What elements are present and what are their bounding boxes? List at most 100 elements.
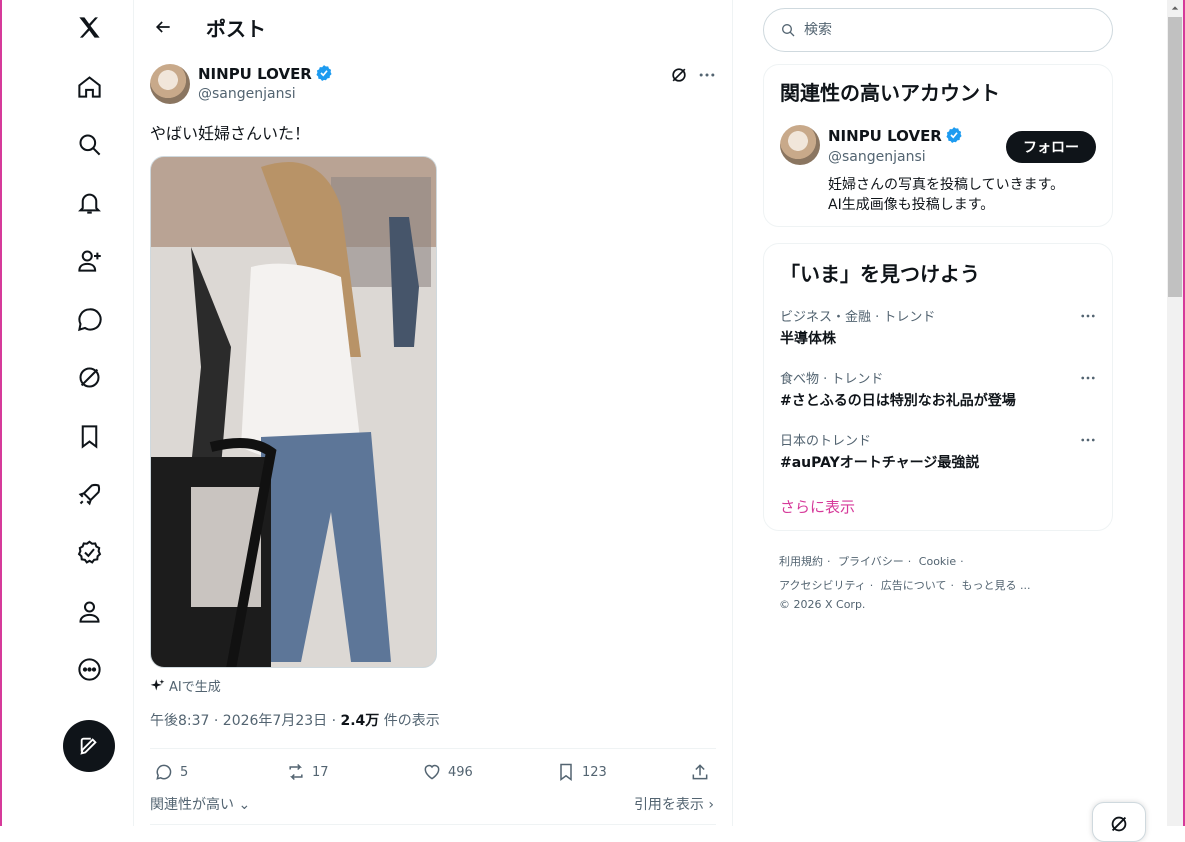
- rocket-icon[interactable]: [58, 469, 120, 519]
- footer-more-link[interactable]: もっと見る ...: [961, 579, 1030, 592]
- follow-button[interactable]: フォロー: [1006, 131, 1096, 163]
- grok-explain-button[interactable]: [668, 64, 690, 86]
- related-accounts-card: 関連性の高いアカウント NINPU LOVER @sangenjansi フォロ…: [763, 64, 1113, 227]
- verified-badge-icon[interactable]: [58, 527, 120, 577]
- trend-name: 半導体株: [780, 331, 836, 347]
- show-more-link[interactable]: さらに表示: [780, 496, 855, 517]
- author-name-text: NINPU LOVER: [198, 65, 312, 83]
- post-detail: ポスト NINPU LOVER @sangenjansi やばい妊婦さんいた！ …: [134, 0, 732, 826]
- back-button[interactable]: [148, 12, 178, 42]
- notifications-bell-icon[interactable]: [58, 177, 120, 227]
- related-name[interactable]: NINPU LOVER: [828, 126, 963, 145]
- share-button[interactable]: [690, 760, 710, 784]
- footer-terms-link[interactable]: 利用規約: [779, 555, 823, 568]
- divider: [732, 0, 733, 826]
- reply-sort-dropdown[interactable]: 関連性が高い ⌄: [150, 794, 250, 814]
- more-dots-icon[interactable]: [1076, 430, 1100, 450]
- ai-generated-label: AIで生成: [150, 676, 221, 695]
- trend-name: #auPAYオートチャージ最強説: [780, 455, 980, 471]
- compose-pencil-icon: [80, 737, 97, 755]
- chevron-right-icon: ›: [703, 797, 714, 813]
- grok-icon[interactable]: [58, 352, 120, 402]
- scrollbar[interactable]: [1167, 0, 1183, 826]
- post-photo[interactable]: [150, 156, 437, 668]
- trend-category: ビジネス・金融 · トレンド: [780, 310, 936, 325]
- post-meta: 午後8:37 · 2026年7月23日 · 2.4万 件の表示: [150, 710, 440, 730]
- scroll-thumb[interactable]: [1168, 17, 1182, 297]
- grok-icon: [672, 68, 686, 82]
- avatar[interactable]: [150, 64, 190, 104]
- more-dots-icon[interactable]: [1076, 368, 1100, 388]
- search-input[interactable]: [804, 22, 1084, 38]
- grok-icon: [1111, 816, 1127, 832]
- trends-title: 「いま」を見つけよう: [780, 262, 980, 286]
- page-title: ポスト: [206, 17, 266, 41]
- add-person-icon[interactable]: [58, 235, 120, 285]
- photo-illustration: [151, 157, 436, 667]
- verified-icon: [316, 65, 332, 82]
- post-text: やばい妊婦さんいた！: [150, 124, 311, 143]
- more-dots-icon[interactable]: [1076, 306, 1100, 326]
- heart-icon: [424, 764, 440, 780]
- footer-copyright: © 2026 X Corp.: [779, 598, 866, 611]
- grok-floating-button[interactable]: [1092, 802, 1146, 842]
- more-dots-icon: [699, 73, 715, 77]
- sparkle-icon: [150, 679, 165, 691]
- related-name-text: NINPU LOVER: [828, 127, 942, 145]
- like-count: 496: [448, 764, 473, 780]
- footer-separator: ·: [827, 555, 831, 568]
- ai-label-text: AIで生成: [169, 680, 221, 695]
- bookmark-icon: [560, 763, 572, 781]
- footer-links: 利用規約 · プライバシー · Cookie ·: [779, 553, 968, 569]
- related-bio: 妊婦さんの写真を投稿していきます。 AI生成画像も投稿します。: [828, 175, 1064, 215]
- more-circle-icon[interactable]: [58, 644, 120, 694]
- repost-count: 17: [312, 764, 329, 780]
- related-title: 関連性の高いアカウント: [780, 81, 1000, 105]
- chevron-down-icon: ⌄: [234, 797, 251, 813]
- repost-button[interactable]: 17: [286, 760, 329, 784]
- post-more-button[interactable]: [696, 64, 718, 86]
- bookmarks-icon[interactable]: [58, 411, 120, 461]
- quotes-label: 引用を表示: [633, 797, 704, 813]
- views-count: 2.4万: [340, 713, 380, 729]
- footer-ads-link[interactable]: 広告について: [881, 579, 947, 592]
- footer-separator: ·: [960, 555, 964, 568]
- verified-icon: [946, 127, 962, 144]
- bio-line: AI生成画像も投稿します。: [828, 197, 995, 213]
- messages-chat-icon[interactable]: [58, 294, 120, 344]
- author-name[interactable]: NINPU LOVER: [198, 64, 333, 83]
- avatar[interactable]: [780, 125, 820, 165]
- footer-links: アクセシビリティ · 広告について · もっと見る ...: [779, 577, 1034, 593]
- share-icon: [692, 764, 708, 780]
- related-handle[interactable]: @sangenjansi: [828, 149, 926, 165]
- profile-icon[interactable]: [58, 586, 120, 636]
- post-timestamp[interactable]: 午後8:37 · 2026年7月23日 ·: [150, 713, 341, 729]
- reply-button[interactable]: 5: [154, 760, 188, 784]
- post-header: ポスト: [134, 0, 732, 52]
- trend-item[interactable]: 日本のトレンド #auPAYオートチャージ最強説: [780, 430, 1100, 472]
- trend-item[interactable]: 食べ物 · トレンド #さとふるの日は特別なお礼品が登場: [780, 368, 1100, 410]
- footer-accessibility-link[interactable]: アクセシビリティ: [779, 579, 866, 592]
- compose-post-button[interactable]: [63, 720, 115, 772]
- search-icon[interactable]: [58, 119, 120, 169]
- bookmark-button[interactable]: 123: [556, 760, 607, 784]
- sort-label: 関連性が高い: [150, 797, 234, 813]
- x-logo-icon[interactable]: [58, 2, 120, 52]
- footer-separator: ·: [950, 579, 954, 592]
- bio-line: 妊婦さんの写真を投稿していきます。: [828, 177, 1065, 193]
- search-box[interactable]: [763, 8, 1113, 52]
- right-sidebar: 関連性の高いアカウント NINPU LOVER @sangenjansi フォロ…: [763, 0, 1113, 826]
- author-handle[interactable]: @sangenjansi: [198, 86, 296, 102]
- footer-separator: ·: [869, 579, 874, 592]
- scroll-up-arrow-icon[interactable]: [1167, 0, 1183, 16]
- home-icon[interactable]: [58, 61, 120, 111]
- like-button[interactable]: 496: [422, 760, 473, 784]
- reply-count: 5: [180, 764, 189, 780]
- trend-item[interactable]: ビジネス・金融 · トレンド 半導体株: [780, 306, 1100, 348]
- trend-category: 日本のトレンド: [780, 434, 872, 449]
- view-quotes-link[interactable]: 引用を表示 ›: [634, 794, 714, 814]
- footer-cookie-link[interactable]: Cookie: [919, 555, 956, 568]
- footer-privacy-link[interactable]: プライバシー: [838, 555, 904, 568]
- search-icon: [782, 24, 795, 37]
- trend-category: 食べ物 · トレンド: [780, 372, 884, 387]
